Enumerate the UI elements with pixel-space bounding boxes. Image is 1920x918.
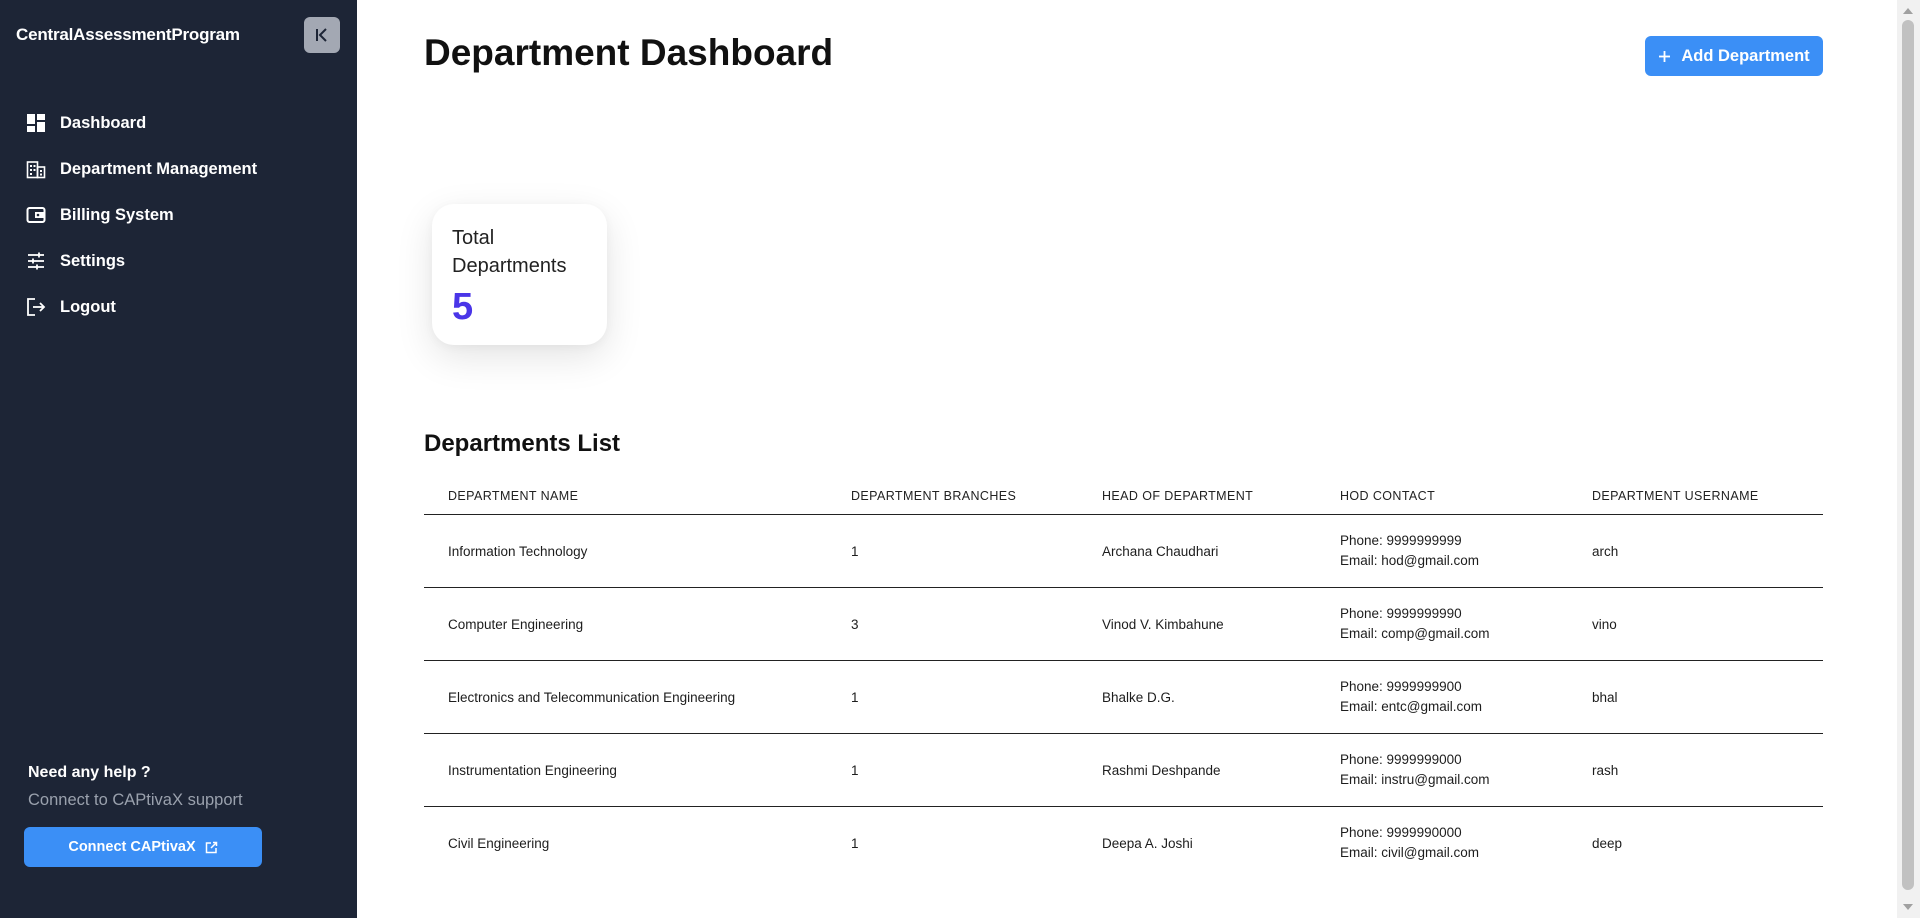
hod-email: Email: instru@gmail.com [1340, 772, 1490, 787]
help-title: Need any help ? [28, 764, 151, 781]
hod-phone: Phone: 9999999900 [1340, 679, 1462, 694]
column-header-head-of-department: HEAD OF DEPARTMENT [1078, 478, 1316, 515]
main-content: Department Dashboard Add Department Tota… [357, 0, 1897, 918]
department-branches-cell: 1 [827, 733, 1078, 807]
hod-phone: Phone: 9999999000 [1340, 752, 1462, 767]
plus-icon [1659, 50, 1671, 62]
nav-item-department-management[interactable]: Department Management [0, 146, 357, 192]
hod-contact-cell: Phone: 9999999900 Email: entc@gmail.com [1316, 660, 1568, 734]
department-name-cell: Instrumentation Engineering [424, 733, 827, 807]
sliders-icon [26, 251, 46, 271]
hod-phone: Phone: 9999999999 [1340, 533, 1462, 548]
scroll-up-arrow-icon[interactable] [1903, 8, 1913, 14]
nav-item-billing-system[interactable]: Billing System [0, 192, 357, 238]
stat-label: Total Departments [452, 227, 567, 277]
connect-button-label: Connect CAPtivaX [68, 839, 196, 855]
hod-email: Email: entc@gmail.com [1340, 699, 1482, 714]
nav-label: Department Management [60, 159, 258, 178]
page-title: Department Dashboard [424, 32, 834, 73]
column-header-department-name: DEPARTMENT NAME [424, 478, 827, 515]
nav-item-logout[interactable]: Logout [0, 284, 357, 330]
nav-label: Billing System [60, 205, 174, 224]
nav-label: Logout [60, 297, 116, 316]
table-header-row: DEPARTMENT NAME DEPARTMENT BRANCHES HEAD… [424, 478, 1823, 515]
hod-contact-cell: Phone: 9999999990 Email: comp@gmail.com [1316, 587, 1568, 661]
department-name-cell: Civil Engineering [448, 835, 550, 851]
hod-phone: Phone: 9999999990 [1340, 606, 1462, 621]
connect-support-button[interactable]: Connect CAPtivaX [24, 827, 262, 867]
department-username-cell: vino [1568, 587, 1823, 661]
nav-label: Dashboard [60, 113, 147, 132]
department-branches-cell: 3 [827, 587, 1078, 661]
table-row[interactable]: Information Technology 1 Archana Chaudha… [424, 514, 1823, 588]
building-icon [26, 159, 46, 179]
collapse-icon [316, 28, 327, 42]
help-subtitle: Connect to CAPtivaX support [28, 791, 243, 809]
head-of-department-cell: Rashmi Deshpande [1078, 733, 1316, 807]
vertical-scrollbar[interactable] [1897, 0, 1920, 918]
department-branches-cell: 1 [827, 660, 1078, 734]
hod-email: Email: civil@gmail.com [1340, 845, 1479, 860]
dashboard-icon [26, 113, 46, 133]
app-brand: CentralAssessmentProgram [16, 25, 240, 44]
departments-list-title: Departments List [424, 430, 621, 457]
nav-item-dashboard[interactable]: Dashboard [0, 100, 357, 146]
department-username-cell: arch [1568, 514, 1823, 588]
department-username-cell: bhal [1568, 660, 1823, 734]
collapse-sidebar-button[interactable] [304, 17, 340, 53]
table-row[interactable]: Instrumentation Engineering 1 Rashmi Des… [424, 733, 1823, 807]
hod-phone: Phone: 9999990000 [1340, 825, 1462, 840]
hod-contact-cell: Phone: 9999999000 Email: instru@gmail.com [1316, 733, 1568, 807]
total-departments-card: Total Departments 5 [432, 204, 607, 345]
department-branches-cell: 1 [851, 835, 859, 851]
hod-contact-cell: Phone: 9999990000 Email: civil@gmail.com [1316, 807, 1568, 880]
head-of-department-cell: Deepa A. Joshi [1102, 835, 1193, 851]
nav-item-settings[interactable]: Settings [0, 238, 357, 284]
scrollbar-thumb[interactable] [1902, 20, 1914, 890]
table-row[interactable]: Electronics and Telecommunication Engine… [424, 660, 1823, 734]
scroll-down-arrow-icon[interactable] [1903, 904, 1913, 910]
head-of-department-cell: Vinod V. Kimbahune [1078, 587, 1316, 661]
column-header-department-username: DEPARTMENT USERNAME [1568, 478, 1823, 515]
external-link-icon [205, 841, 217, 853]
wallet-icon [26, 205, 46, 225]
head-of-department-cell: Archana Chaudhari [1078, 514, 1316, 588]
department-name-cell: Computer Engineering [424, 587, 827, 661]
logout-icon [26, 297, 46, 317]
hod-contact-cell: Phone: 9999999999 Email: hod@gmail.com [1316, 514, 1568, 588]
stat-value: 5 [452, 286, 474, 328]
table-row[interactable]: Computer Engineering 3 Vinod V. Kimbahun… [424, 587, 1823, 661]
sidebar: CentralAssessmentProgram Dashboard Depar… [0, 0, 357, 918]
add-department-button[interactable]: Add Department [1645, 36, 1823, 76]
column-header-department-branches: DEPARTMENT BRANCHES [827, 478, 1078, 515]
nav-label: Settings [60, 251, 126, 270]
department-username-cell: rash [1568, 733, 1823, 807]
hod-email: Email: hod@gmail.com [1340, 553, 1480, 568]
department-branches-cell: 1 [827, 514, 1078, 588]
department-name-cell: Information Technology [424, 514, 827, 588]
help-section: Need any help ? Connect to CAPtivaX supp… [28, 764, 243, 810]
hod-email: Email: comp@gmail.com [1340, 626, 1490, 641]
departments-table: DEPARTMENT NAME DEPARTMENT BRANCHES HEAD… [424, 478, 1823, 879]
department-name-cell: Electronics and Telecommunication Engine… [424, 660, 827, 734]
column-header-hod-contact: HOD CONTACT [1316, 478, 1568, 515]
sidebar-nav: Dashboard Department Management Billing … [0, 100, 357, 330]
department-username-cell: deep [1592, 835, 1623, 851]
table-row[interactable]: Civil Engineering 1 Deepa A. Joshi Phone… [424, 807, 1823, 880]
head-of-department-cell: Bhalke D.G. [1078, 660, 1316, 734]
add-department-label: Add Department [1681, 46, 1810, 65]
